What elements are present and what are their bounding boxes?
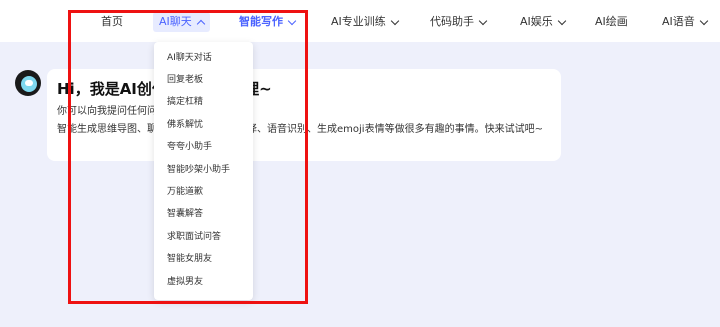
nav-smart-writing[interactable]: 智能写作 (239, 12, 297, 32)
nav-smart-writing-label: 智能写作 (239, 15, 283, 28)
menu-item-buddhist-relief[interactable]: 佛系解忧 (167, 117, 203, 133)
nav-ai-voice[interactable]: AI语音 (662, 12, 709, 32)
nav-ai-chat[interactable]: AI聊天 (153, 12, 210, 32)
menu-item-interview-qa[interactable]: 求职面试问答 (167, 229, 221, 245)
nav-code-assistant-label: 代码助手 (430, 15, 474, 28)
nav-home-label: 首页 (101, 15, 123, 28)
menu-item-girlfriend[interactable]: 智能女朋友 (167, 251, 212, 267)
nav-ai-voice-label: AI语音 (662, 15, 695, 28)
chevron-down-icon (390, 16, 400, 25)
welcome-description: 智能生成思维导图、聊天、写作、编程、翻译、语音识别、生成emoji表情等做很多有… (57, 124, 543, 135)
chevron-up-icon (196, 19, 206, 28)
top-navigation: 首页 AI聊天 智能写作 AI专业训练 代码助手 AI娱乐 AI绘画 AI语音 (0, 0, 720, 42)
chevron-down-icon (478, 16, 488, 25)
menu-item-reply-boss[interactable]: 回复老板 (167, 72, 203, 88)
menu-item-universal-apology[interactable]: 万能道歉 (167, 184, 203, 200)
menu-item-handle-troll[interactable]: 搞定杠精 (167, 94, 203, 110)
nav-home[interactable]: 首页 (101, 12, 123, 32)
chevron-down-icon (557, 16, 567, 25)
menu-item-virtual-boyfriend[interactable]: 虚拟男友 (167, 274, 203, 290)
menu-item-ai-chat-dialog[interactable]: AI聊天对话 (167, 50, 212, 66)
chevron-down-icon (699, 16, 709, 25)
nav-ai-training-label: AI专业训练 (331, 15, 386, 28)
assistant-avatar (15, 70, 41, 96)
ai-chat-dropdown-menu: AI聊天对话 回复老板 搞定杠精 佛系解忧 夸夸小助手 智能吵架小助手 万能道歉… (154, 42, 253, 300)
nav-code-assistant[interactable]: 代码助手 (430, 12, 488, 32)
nav-ai-training[interactable]: AI专业训练 (331, 12, 400, 32)
chevron-down-icon (287, 16, 297, 25)
menu-item-think-tank[interactable]: 智囊解答 (167, 206, 203, 222)
nav-ai-chat-label: AI聊天 (159, 15, 192, 28)
nav-ai-entertainment-label: AI娱乐 (520, 15, 553, 28)
nav-ai-drawing-label: AI绘画 (595, 15, 628, 28)
menu-item-argue-helper[interactable]: 智能吵架小助手 (167, 162, 230, 178)
nav-ai-entertainment[interactable]: AI娱乐 (520, 12, 567, 32)
robot-icon (21, 76, 37, 92)
nav-ai-drawing[interactable]: AI绘画 (595, 12, 628, 32)
welcome-card: Hi，我是AI创作专属AI小助理~ 你可以向我提问任何问题 智能生成思维导图、聊… (47, 69, 561, 161)
welcome-subtitle: 你可以向我提问任何问题 (57, 106, 167, 117)
menu-item-praise-helper[interactable]: 夸夸小助手 (167, 139, 212, 155)
